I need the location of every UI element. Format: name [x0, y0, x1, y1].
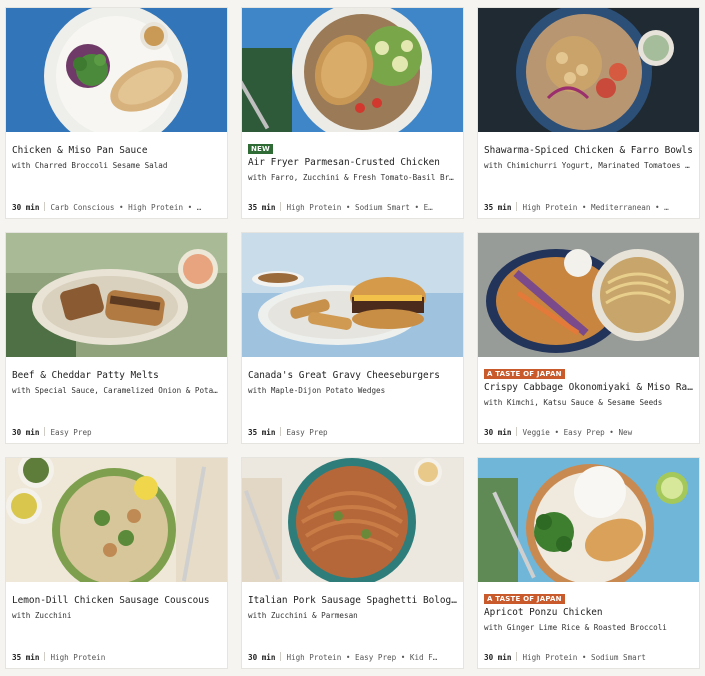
cook-time: 30 min [248, 653, 276, 662]
recipe-tags: High Protein • Mediterranean • … [522, 203, 669, 212]
recipe-title[interactable]: Lemon-Dill Chicken Sausage Couscous [12, 594, 221, 608]
recipe-card[interactable]: A TASTE OF JAPAN Apricot Ponzu Chicken w… [478, 458, 699, 668]
recipe-photo[interactable] [6, 8, 227, 132]
cook-time: 30 min [12, 428, 40, 437]
new-badge: NEW [248, 144, 273, 154]
cook-time: 30 min [484, 653, 512, 662]
recipe-title[interactable]: Crispy Cabbage Okonomiyaki & Miso Ra… [484, 381, 693, 395]
cook-time: 30 min [484, 428, 512, 437]
recipe-meta: 35 min High Protein • Sodium Smart • E… [248, 202, 457, 212]
recipe-tags: Easy Prep [50, 428, 92, 437]
recipe-title[interactable]: Italian Pork Sausage Spaghetti Bolognese [248, 594, 457, 608]
recipe-tags: High Protein • Sodium Smart • E… [286, 203, 433, 212]
meta-divider [280, 427, 282, 436]
meta-divider [280, 652, 282, 661]
recipe-card[interactable]: Italian Pork Sausage Spaghetti Bolognese… [242, 458, 463, 668]
recipe-card[interactable]: Canada's Great Gravy Cheeseburgers with … [242, 233, 463, 443]
recipe-meta: 35 min Easy Prep [248, 427, 457, 437]
meta-divider [280, 202, 282, 211]
cook-time: 30 min [12, 203, 40, 212]
japan-badge: A TASTE OF JAPAN [484, 594, 565, 604]
recipe-subtitle: with Kimchi, Katsu Sauce & Sesame Seeds [484, 398, 663, 407]
recipe-photo[interactable] [6, 458, 227, 582]
recipe-meta: 30 min High Protein • Easy Prep • Kid F… [248, 652, 457, 662]
recipe-card[interactable]: Chicken & Miso Pan Sauce with Charred Br… [6, 8, 227, 218]
recipe-card[interactable]: Beef & Cheddar Patty Melts with Special … [6, 233, 227, 443]
recipe-photo[interactable] [6, 233, 227, 357]
recipe-subtitle: with Ginger Lime Rice & Roasted Broccoli [484, 623, 667, 632]
recipe-subtitle: with Charred Broccoli Sesame Salad [12, 161, 168, 170]
recipe-grid: Chicken & Miso Pan Sauce with Charred Br… [0, 0, 705, 676]
recipe-title[interactable]: Canada's Great Gravy Cheeseburgers [248, 369, 457, 383]
recipe-meta: 30 min Carb Conscious • High Protein • … [12, 202, 221, 212]
recipe-meta: 35 min High Protein • Mediterranean • … [484, 202, 693, 212]
meta-divider [516, 652, 518, 661]
cook-time: 35 min [248, 203, 276, 212]
recipe-photo[interactable] [242, 8, 463, 132]
cook-time: 35 min [248, 428, 276, 437]
recipe-subtitle: with Chimichurri Yogurt, Marinated Tomat… [484, 161, 693, 170]
japan-badge: A TASTE OF JAPAN [484, 369, 565, 379]
recipe-subtitle: with Special Sauce, Caramelized Onion & … [12, 386, 221, 395]
recipe-tags: High Protein • Sodium Smart [522, 653, 646, 662]
recipe-photo[interactable] [478, 233, 699, 357]
recipe-meta: 30 min Easy Prep [12, 427, 221, 437]
meta-divider [44, 652, 46, 661]
recipe-card[interactable]: Lemon-Dill Chicken Sausage Couscous with… [6, 458, 227, 668]
meta-divider [516, 202, 518, 211]
recipe-tags: High Protein [50, 653, 106, 662]
recipe-meta: 30 min Veggie • Easy Prep • New [484, 427, 693, 437]
recipe-photo[interactable] [478, 8, 699, 132]
meta-divider [44, 427, 46, 436]
recipe-subtitle: with Zucchini & Parmesan [248, 611, 358, 620]
cook-time: 35 min [12, 653, 40, 662]
recipe-tags: High Protein • Easy Prep • Kid F… [286, 653, 438, 662]
recipe-title[interactable]: Shawarma-Spiced Chicken & Farro Bowls [484, 144, 693, 158]
recipe-subtitle: with Maple-Dijon Potato Wedges [248, 386, 386, 395]
recipe-photo[interactable] [242, 233, 463, 357]
recipe-title[interactable]: Beef & Cheddar Patty Melts [12, 369, 221, 383]
cook-time: 35 min [484, 203, 512, 212]
recipe-title[interactable]: Air Fryer Parmesan-Crusted Chicken [248, 156, 457, 170]
recipe-meta: 35 min High Protein [12, 652, 221, 662]
meta-divider [516, 427, 518, 436]
recipe-card[interactable]: A TASTE OF JAPAN Crispy Cabbage Okonomiy… [478, 233, 699, 443]
recipe-subtitle: with Farro, Zucchini & Fresh Tomato-Basi… [248, 173, 457, 182]
recipe-tags: Veggie • Easy Prep • New [522, 428, 633, 437]
recipe-title[interactable]: Apricot Ponzu Chicken [484, 606, 693, 620]
recipe-meta: 30 min High Protein • Sodium Smart [484, 652, 693, 662]
recipe-card[interactable]: Shawarma-Spiced Chicken & Farro Bowls wi… [478, 8, 699, 218]
recipe-subtitle: with Zucchini [12, 611, 72, 620]
recipe-tags: Easy Prep [286, 428, 328, 437]
recipe-tags: Carb Conscious • High Protein • … [50, 203, 202, 212]
recipe-card[interactable]: NEW Air Fryer Parmesan-Crusted Chicken w… [242, 8, 463, 218]
meta-divider [44, 202, 46, 211]
recipe-photo[interactable] [242, 458, 463, 582]
recipe-photo[interactable] [478, 458, 699, 582]
recipe-title[interactable]: Chicken & Miso Pan Sauce [12, 144, 221, 158]
